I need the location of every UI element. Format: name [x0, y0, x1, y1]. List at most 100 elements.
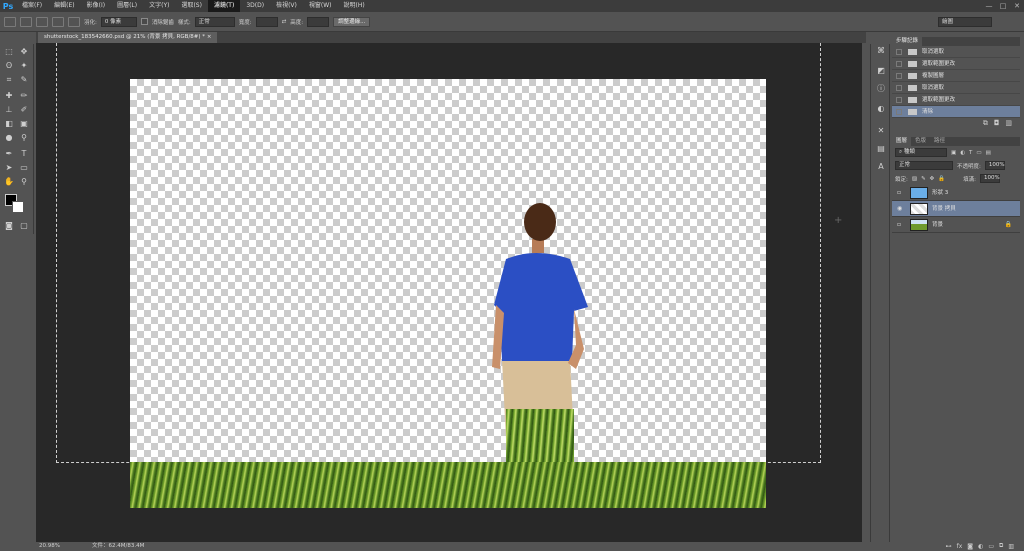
document-size[interactable]: 文件：62.4M/83.4M	[92, 542, 144, 551]
pen-tool-icon[interactable]: ✒	[3, 148, 15, 159]
history-item[interactable]: 選取範圍更改	[892, 94, 1020, 106]
hand-tool-icon[interactable]: ✋	[3, 176, 15, 187]
antialias-checkbox[interactable]	[140, 18, 148, 25]
subtract-selection-icon[interactable]	[52, 16, 64, 27]
new-document-from-state-icon[interactable]: ⧉	[983, 119, 988, 128]
history-item-selected[interactable]: 清除	[892, 106, 1020, 118]
menu-help[interactable]: 說明(H)	[338, 0, 371, 12]
tools-preset-icon[interactable]: ✕	[875, 126, 887, 136]
adjustment-filter-icon[interactable]: ◐	[960, 150, 965, 156]
layer-style-icon[interactable]: fx	[957, 543, 963, 550]
tab-channels[interactable]: 色版	[911, 137, 930, 146]
history-item[interactable]: 選取範圍更改	[892, 58, 1020, 70]
background-color-swatch[interactable]	[12, 201, 24, 213]
fill-input[interactable]: 100%	[980, 174, 1000, 183]
quick-mask-icon[interactable]: ◙	[3, 220, 15, 231]
screen-mode-icon[interactable]: ▢	[18, 220, 30, 231]
canvas-area[interactable]: +	[36, 43, 862, 542]
width-input[interactable]	[255, 16, 278, 27]
maximize-button[interactable]: □	[996, 0, 1010, 12]
layer-mask-icon[interactable]: ◙	[967, 543, 973, 550]
move-tool-icon[interactable]: ✥	[18, 46, 30, 57]
visibility-toggle[interactable]: ▫	[897, 217, 905, 233]
adjustments-panel-icon[interactable]: ◐	[875, 104, 887, 114]
character-panel-icon[interactable]	[875, 147, 887, 157]
workspace-select[interactable]: 繪圖	[938, 17, 992, 27]
trash-icon[interactable]: ▥	[1008, 543, 1014, 550]
tab-layers[interactable]: 圖層	[892, 137, 912, 146]
tab-close-icon[interactable]: ×	[207, 34, 212, 40]
refine-edge-button[interactable]: 調整邊緣...	[333, 16, 371, 27]
type-filter-icon[interactable]: T	[969, 150, 972, 156]
clone-stamp-tool-icon[interactable]: ⊥	[3, 104, 15, 115]
menu-type[interactable]: 文字(Y)	[143, 0, 175, 12]
healing-brush-tool-icon[interactable]: ✚	[3, 90, 15, 101]
zoom-tool-icon[interactable]: ⚲	[18, 176, 30, 187]
path-selection-tool-icon[interactable]: ➤	[3, 162, 15, 173]
trash-icon[interactable]: ▥	[1005, 119, 1012, 127]
history-item[interactable]: 複製圖層	[892, 70, 1020, 82]
marquee-preset-icon[interactable]	[4, 16, 16, 27]
layer-filter-select[interactable]: ⌕ 種類	[895, 148, 947, 157]
zoom-level[interactable]: 20.98%	[39, 542, 60, 551]
lasso-tool-icon[interactable]: ʘ	[3, 60, 15, 71]
paragraph-panel-icon[interactable]: A	[875, 162, 887, 172]
layer-row[interactable]: ▫ 背景 🔒	[892, 217, 1020, 233]
group-icon[interactable]: ▭	[988, 543, 994, 550]
height-input[interactable]	[307, 16, 330, 27]
smart-object-filter-icon[interactable]: ▤	[986, 150, 991, 156]
lock-transparent-icon[interactable]: ▨	[912, 176, 917, 182]
link-layers-icon[interactable]: ⊷	[946, 543, 952, 550]
type-tool-icon[interactable]: T	[18, 148, 30, 159]
menu-image[interactable]: 影像(I)	[81, 0, 111, 12]
blend-mode-select[interactable]: 正常	[895, 161, 953, 170]
menu-edit[interactable]: 編輯(E)	[48, 0, 80, 12]
crop-tool-icon[interactable]: ⌗	[3, 74, 15, 85]
document-tab[interactable]: shutterstock_183542660.psd @ 21% (背景 拷貝,…	[38, 32, 218, 43]
menu-layer[interactable]: 圖層(L)	[111, 0, 143, 12]
eye-icon[interactable]: ◉	[897, 201, 905, 217]
lock-all-icon[interactable]: 🔒	[938, 176, 945, 182]
eyedropper-tool-icon[interactable]: ✎	[18, 74, 30, 85]
menu-3d[interactable]: 3D(D)	[240, 0, 270, 12]
add-selection-icon[interactable]	[36, 16, 48, 27]
lock-position-icon[interactable]: ✥	[930, 176, 935, 182]
menu-window[interactable]: 視窗(W)	[303, 0, 338, 12]
adjustment-layer-icon[interactable]: ◐	[978, 543, 983, 550]
lock-image-icon[interactable]: ✎	[921, 176, 926, 182]
history-item[interactable]: 取消選取	[892, 46, 1020, 58]
rectangle-tool-icon[interactable]: ▭	[18, 162, 30, 173]
document-image[interactable]	[130, 79, 766, 508]
style-select[interactable]: 正常	[194, 16, 235, 27]
color-panel-icon[interactable]: ◩	[875, 66, 887, 76]
feather-input[interactable]: 0 像素	[100, 16, 137, 27]
blur-tool-icon[interactable]: ●	[3, 132, 15, 143]
gradient-tool-icon[interactable]: ▣	[18, 118, 30, 129]
brush-tool-icon[interactable]: ✏	[18, 90, 30, 101]
history-item[interactable]: 取消選取	[892, 82, 1020, 94]
marquee-tool-icon[interactable]: ⬚	[3, 46, 15, 57]
menu-filter[interactable]: 濾鏡(T)	[207, 0, 241, 12]
history-brush-tool-icon[interactable]: ✐	[18, 104, 30, 115]
eraser-tool-icon[interactable]: ◧	[3, 118, 15, 129]
menu-file[interactable]: 檔案(F)	[16, 0, 48, 12]
layer-row[interactable]: ▫ 形狀 3	[892, 185, 1020, 201]
pixel-filter-icon[interactable]: ▣	[951, 150, 956, 156]
menu-select[interactable]: 選取(S)	[175, 0, 208, 12]
new-selection-icon[interactable]	[20, 16, 32, 27]
dodge-tool-icon[interactable]: ⚲	[18, 132, 30, 143]
close-button[interactable]: ✕	[1010, 0, 1024, 12]
info-panel-icon[interactable]: ⓘ	[875, 84, 887, 94]
minimize-button[interactable]: —	[982, 0, 996, 12]
visibility-toggle[interactable]: ▫	[897, 185, 905, 201]
opacity-input[interactable]: 100%	[984, 161, 1005, 170]
layer-row-selected[interactable]: ◉ 背景 拷貝	[892, 201, 1020, 217]
tab-paths[interactable]: 路徑	[930, 137, 949, 146]
new-layer-icon[interactable]: ⧉	[999, 542, 1003, 550]
menu-view[interactable]: 檢視(V)	[270, 0, 303, 12]
snapshot-camera-icon[interactable]: ◘	[994, 119, 1000, 127]
intersect-selection-icon[interactable]	[68, 16, 80, 27]
shape-filter-icon[interactable]: ▭	[976, 150, 981, 156]
magic-wand-tool-icon[interactable]: ✦	[18, 60, 30, 71]
tab-history[interactable]: 步驟記錄	[892, 37, 923, 46]
